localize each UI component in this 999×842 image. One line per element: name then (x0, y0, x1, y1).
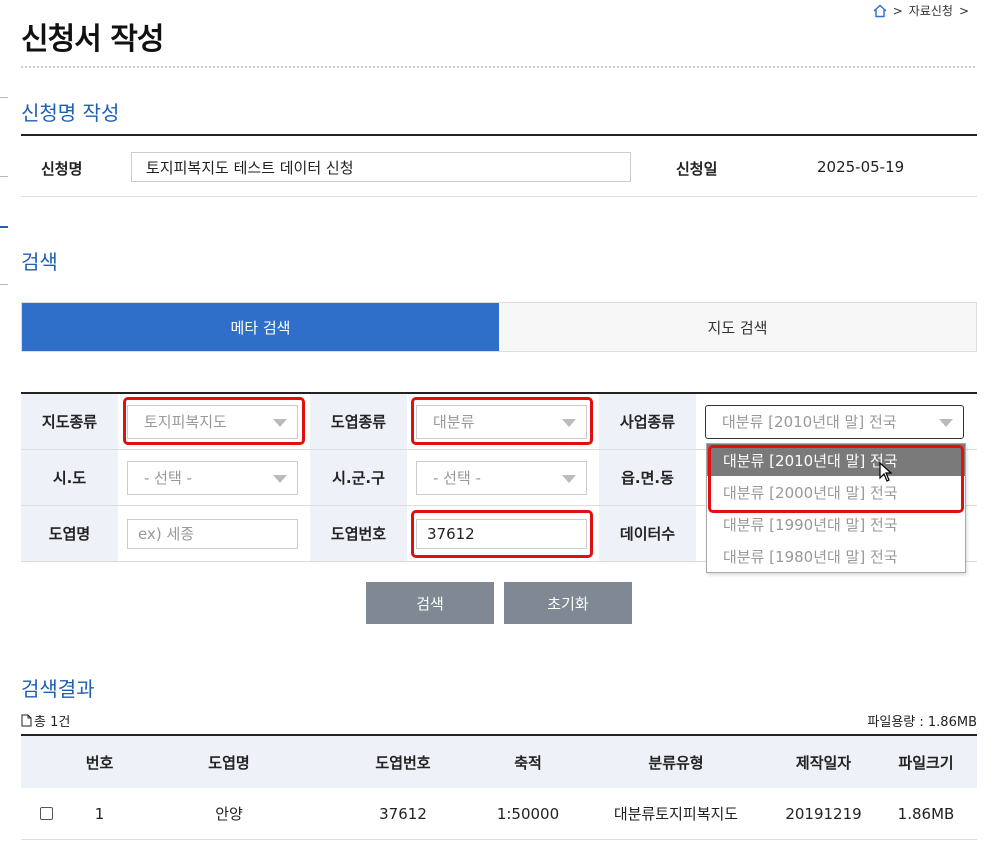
table-cell: 20191219 (785, 804, 862, 823)
sido-select[interactable]: - 선택 - (127, 460, 298, 495)
name-label: 신청명 (41, 160, 83, 178)
project-type-value: 대분류 [2010년대 말] 전국 (722, 413, 897, 431)
breadcrumb: > 자료신청 > (873, 2, 969, 19)
dropdown-option[interactable]: 대분류 [2000년대 말] 전국 (707, 476, 965, 508)
page-title: 신청서 작성 (21, 22, 164, 57)
project-type-dropdown: 대분류 [2010년대 말] 전국 대분류 [2000년대 말] 전국 대분류 … (706, 443, 966, 573)
date-label: 신청일 (676, 160, 718, 178)
breadcrumb-item[interactable]: 자료신청 (909, 2, 953, 19)
section-title-search: 검색 (21, 250, 58, 274)
table-cell: 1 (94, 804, 105, 823)
sheet-name-input[interactable] (127, 518, 298, 549)
home-icon[interactable] (873, 4, 887, 18)
search-button[interactable]: 검색 (366, 582, 494, 624)
application-name-input[interactable] (131, 152, 631, 182)
tab-map-search[interactable]: 지도 검색 (499, 303, 976, 351)
application-form-row: 신청명 신청일 2025-05-19 (21, 134, 977, 197)
column-header: 도엽번호 (375, 753, 431, 772)
table-cell: 대분류토지피복지도 (613, 805, 739, 823)
sido-label: 시.도 (21, 450, 118, 505)
section-title-application: 신청명 작성 (21, 101, 120, 125)
column-header: 파일크기 (898, 753, 954, 772)
sheet-number-input[interactable] (416, 518, 587, 549)
document-icon (21, 714, 32, 727)
tab-meta-search[interactable]: 메타 검색 (22, 303, 499, 351)
chevron-down-icon (273, 474, 287, 483)
result-total: 총 1건 (34, 715, 71, 730)
sheet-number-label: 도엽번호 (310, 506, 407, 561)
table-cell: 37612 (379, 804, 427, 823)
reset-button[interactable]: 초기화 (504, 582, 632, 624)
map-type-label: 지도종류 (21, 394, 118, 449)
column-header: 축적 (514, 753, 542, 772)
row-checkbox[interactable] (39, 807, 53, 820)
chevron-down-icon (562, 474, 576, 483)
column-header: 제작일자 (795, 753, 852, 772)
map-type-select[interactable]: 토지피복지도 (127, 404, 298, 439)
results-table: 번호 도엽명 도엽번호 축적 분류유형 제작일자 파일크기 1 안양 37612… (21, 734, 977, 840)
file-size-total: 파일용량 : 1.86MB (867, 715, 977, 730)
section-title-results: 검색결과 (21, 677, 95, 701)
eupmyeondong-label: 읍.면.동 (599, 450, 696, 505)
chevron-down-icon (939, 418, 953, 427)
map-type-value: 토지피복지도 (144, 413, 227, 431)
dropdown-option[interactable]: 대분류 [2010년대 말] 전국 (707, 444, 965, 476)
application-date: 2025-05-19 (817, 158, 905, 176)
table-cell: 1:50000 (496, 804, 560, 823)
dropdown-option[interactable]: 대분류 [1980년대 말] 전국 (707, 540, 965, 572)
project-type-select[interactable]: 대분류 [2010년대 말] 전국 (705, 404, 964, 439)
divider (21, 66, 975, 68)
table-cell: 1.86MB (897, 804, 955, 823)
mouse-cursor-icon (879, 462, 893, 482)
sheet-type-value: 대분류 (433, 413, 475, 431)
sigungu-select[interactable]: - 선택 - (416, 460, 587, 495)
sheet-type-label: 도엽종류 (310, 394, 407, 449)
breadcrumb-separator: > (958, 3, 969, 18)
table-row: 1 안양 37612 1:50000 대분류토지피복지도 20191219 1.… (21, 788, 977, 840)
sigungu-value: - 선택 - (433, 469, 481, 487)
column-header: 번호 (85, 753, 114, 772)
search-tabs: 메타 검색 지도 검색 (21, 302, 977, 352)
sigungu-label: 시.군.구 (310, 450, 407, 505)
sido-value: - 선택 - (144, 469, 192, 487)
sheet-name-label: 도엽명 (21, 506, 118, 561)
column-header: 분류유형 (648, 753, 704, 772)
search-row: 지도종류 토지피복지도 도엽종류 대분류 사업종류 대분류 [2010년대 말]… (21, 394, 977, 450)
dropdown-option[interactable]: 대분류 [1990년대 말] 전국 (707, 508, 965, 540)
result-count: 총 1건 (21, 711, 70, 730)
column-header: 도엽명 (208, 753, 250, 772)
breadcrumb-separator: > (892, 3, 903, 18)
data-count-label: 데이터수 (599, 506, 696, 561)
table-header: 번호 도엽명 도엽번호 축적 분류유형 제작일자 파일크기 (21, 736, 977, 788)
chevron-down-icon (562, 418, 576, 427)
table-cell: 안양 (215, 805, 243, 823)
project-type-label: 사업종류 (599, 394, 696, 449)
sheet-type-select[interactable]: 대분류 (416, 404, 587, 439)
chevron-down-icon (273, 418, 287, 427)
